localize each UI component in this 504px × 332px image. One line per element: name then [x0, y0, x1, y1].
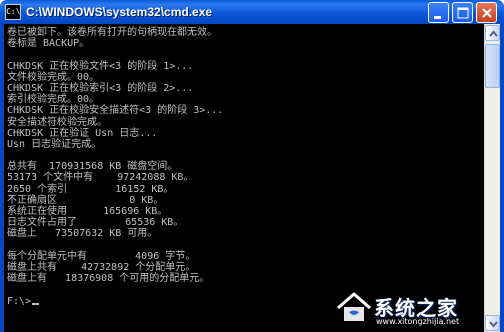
console-line: 2650 个索引 16152 KB。 — [7, 183, 174, 195]
console-line: 卷标是 BACKUP。 — [7, 38, 90, 50]
console-output: 卷已被卸下。该卷所有打开的句柄现在都无效。 卷标是 BACKUP。 CHKDSK 正… — [7, 27, 223, 307]
watermark: 系统之家 www.xitongzhijia.net — [336, 286, 500, 330]
console-line: 磁盘上有 18376908 个可用的分配单元。 — [7, 273, 210, 285]
watermark-url: www.xitongzhijia.net — [376, 317, 460, 326]
console-line: 总共有 170931568 KB 磁盘空间。 — [7, 161, 178, 173]
console-line: 每个分配单元中有 4096 字节。 — [7, 250, 196, 262]
console-line: 安全描述符校验完成。 — [7, 116, 107, 128]
console-line: CHKDSK 正在校验索引<3 的阶段 2>... — [7, 82, 194, 94]
close-icon — [482, 8, 492, 18]
cmd-window: C:\ C:\WINDOWS\system32\cmd.exe 卷已被卸下。该卷… — [0, 0, 504, 332]
close-button[interactable] — [476, 2, 497, 23]
text-cursor — [32, 302, 40, 305]
console-line: CHKDSK 正在验证 Usn 日志... — [7, 127, 158, 139]
console-line: F:\> — [7, 296, 223, 307]
console-line: 不正确扇区 0 KB。 — [7, 194, 164, 206]
console-line: 磁盘上共有 42732892 个分配单元。 — [7, 261, 196, 273]
window-title: C:\WINDOWS\system32\cmd.exe — [26, 5, 213, 19]
console-line: Usn 日志验证完成。 — [7, 138, 102, 150]
console-line: 索引校验完成。00。 — [7, 94, 100, 106]
console-line: CHKDSK 正在校验文件<3 的阶段 1>... — [7, 60, 194, 72]
console-line: CHKDSK 正在校验安全描述符<3 的阶段 3>... — [7, 105, 224, 117]
window-border-right — [500, 24, 504, 332]
scroll-thumb[interactable] — [485, 44, 500, 88]
console-line: 53173 个文件中有 97242088 KB。 — [7, 172, 194, 184]
console-line: 卷已被卸下。该卷所有打开的句柄现在都无效。 — [7, 27, 217, 38]
house-logo-icon — [337, 292, 371, 321]
maximize-button[interactable] — [452, 2, 473, 23]
minimize-button[interactable] — [428, 2, 449, 23]
cmd-icon[interactable]: C:\ — [5, 4, 21, 20]
console-line: 系统正在使用 165696 KB。 — [7, 206, 168, 217]
console-line: 文件校验完成。00。 — [7, 71, 100, 83]
minimize-icon — [434, 16, 441, 19]
title-bar[interactable]: C:\ C:\WINDOWS\system32\cmd.exe — [0, 0, 504, 24]
console-line: 磁盘上 73507632 KB 可用。 — [7, 228, 158, 240]
console-line: 日志文件占用了 65536 KB。 — [7, 217, 184, 229]
maximize-icon — [457, 7, 469, 19]
arrow-up-icon — [489, 30, 498, 37]
scroll-up-button[interactable] — [485, 25, 500, 41]
